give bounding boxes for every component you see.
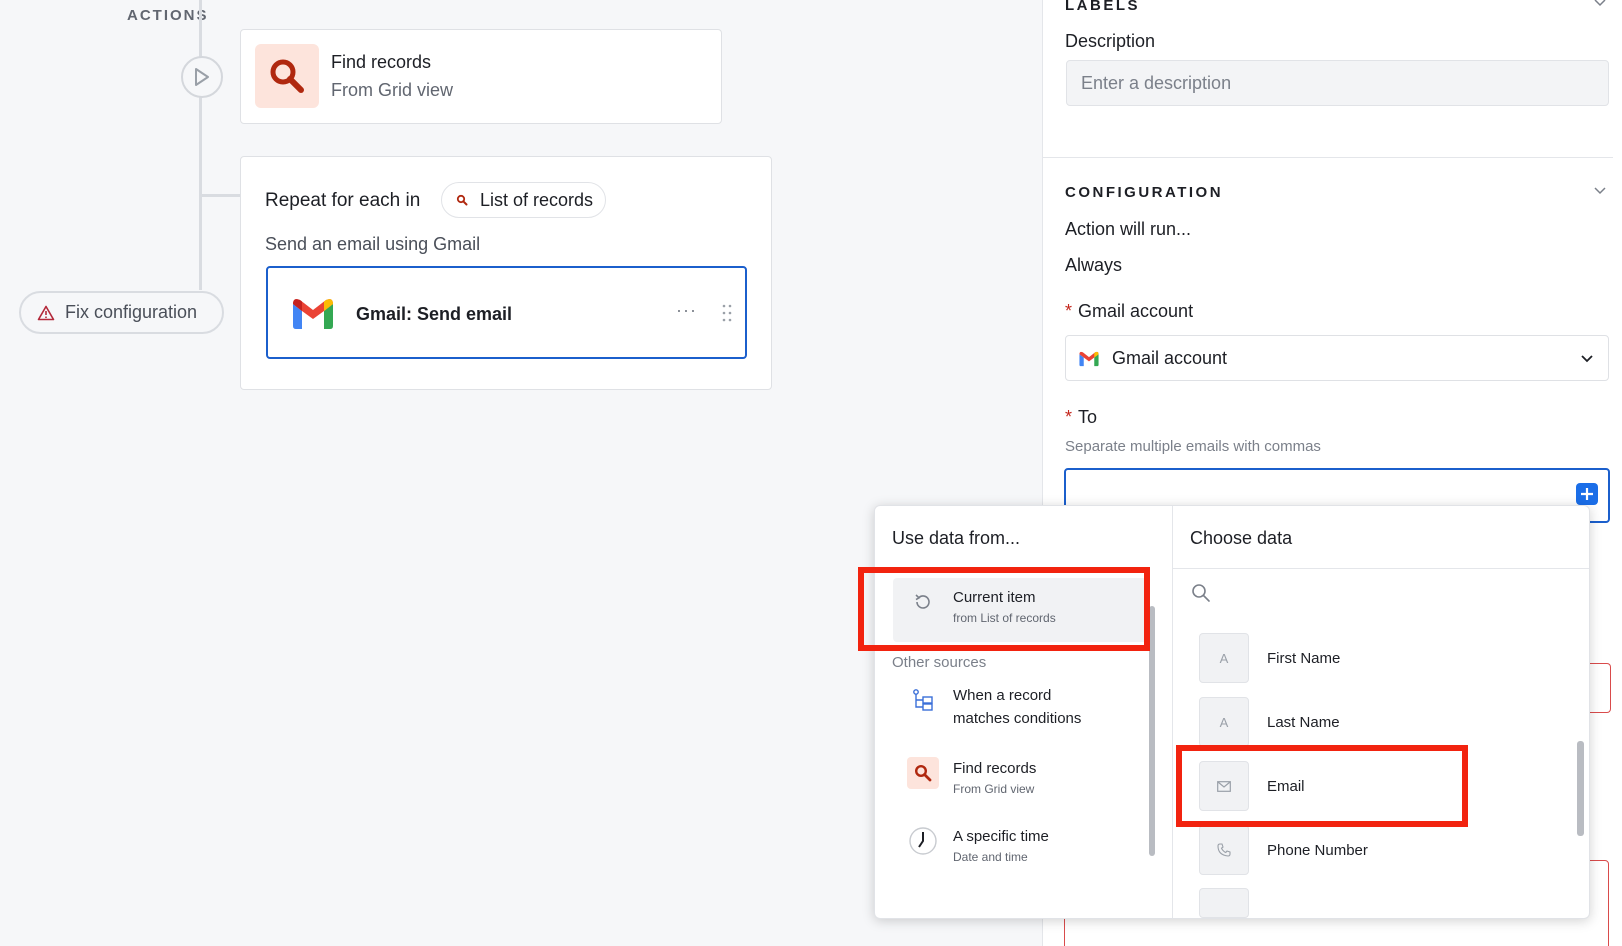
list-of-records-pill[interactable]: List of records — [441, 182, 607, 218]
specific-time-subtitle: Date and time — [953, 850, 1028, 864]
more-options-icon[interactable]: ··· — [676, 300, 697, 321]
field-first-name-label: First Name — [1267, 649, 1341, 667]
use-data-from-header: Use data from... — [892, 528, 1021, 548]
gmail-account-select[interactable]: Gmail account — [1065, 335, 1609, 381]
field-last-name-label: Last Name — [1267, 713, 1340, 731]
chevron-down-icon — [1581, 355, 1593, 363]
field-phone-number[interactable]: Phone Number — [1199, 825, 1368, 875]
record-conditions-title-line2: matches conditions — [953, 710, 1082, 727]
plus-icon — [1581, 488, 1593, 500]
specific-time-title: A specific time — [953, 828, 1049, 845]
other-sources-label: Other sources — [892, 654, 987, 671]
gmail-send-email-action[interactable]: Gmail: Send email ··· — [266, 266, 747, 359]
action-run-label: Action will run... — [1065, 219, 1192, 239]
to-label: * To — [1065, 407, 1097, 428]
configuration-section-header[interactable]: CONFIGURATION — [1065, 184, 1223, 201]
find-records-icon-box — [255, 44, 319, 108]
error-field-fragment[interactable] — [1589, 663, 1611, 713]
find-records-source-subtitle: From Grid view — [953, 782, 1035, 796]
source-specific-time[interactable]: A specific time Date and time — [893, 817, 1147, 872]
find-records-source-title: Find records — [953, 760, 1037, 777]
chevron-down-icon[interactable] — [1593, 0, 1607, 10]
run-test-button[interactable] — [181, 56, 223, 98]
field-item-partial[interactable] — [1199, 888, 1249, 918]
fix-configuration-button[interactable]: Fix configuration — [19, 291, 224, 334]
gmail-logo-icon — [1079, 351, 1099, 366]
search-icon — [270, 59, 304, 93]
gmail-account-value: Gmail account — [1112, 347, 1228, 368]
field-phone-number-label: Phone Number — [1267, 841, 1368, 859]
insert-data-button[interactable] — [1576, 483, 1598, 505]
actions-section-label: ACTIONS — [127, 7, 209, 24]
search-icon — [907, 757, 939, 789]
to-label-text: To — [1078, 407, 1098, 427]
trigger-tree-icon — [907, 684, 939, 716]
repeat-subtitle: Send an email using Gmail — [265, 234, 481, 254]
gmail-account-label: * Gmail account — [1065, 301, 1193, 322]
warning-icon — [37, 305, 55, 320]
highlight-email-field — [1176, 745, 1468, 827]
find-records-subtitle: From Grid view — [331, 80, 454, 100]
action-run-value[interactable]: Always — [1065, 255, 1122, 276]
required-marker: * — [1065, 301, 1073, 321]
fix-configuration-label: Fix configuration — [65, 302, 198, 322]
panel-divider — [1043, 157, 1613, 158]
clock-icon — [907, 825, 939, 857]
phone-icon — [1199, 825, 1249, 875]
field-last-name[interactable]: A Last Name — [1199, 697, 1340, 747]
find-records-card[interactable]: Find records From Grid view — [240, 29, 722, 124]
description-label: Description — [1065, 31, 1156, 51]
fields-scrollbar[interactable] — [1577, 741, 1584, 836]
source-record-conditions[interactable]: When a record matches conditions — [893, 676, 1147, 738]
choose-data-header: Choose data — [1190, 528, 1293, 548]
flow-connector-horizontal — [199, 194, 241, 197]
labels-section-header[interactable]: LABELS — [1065, 0, 1140, 14]
repeat-for-each-card[interactable]: Repeat for each in List of records Send … — [240, 156, 772, 390]
list-of-records-label: List of records — [480, 189, 594, 210]
chevron-down-icon[interactable] — [1593, 184, 1607, 198]
play-icon — [195, 68, 209, 86]
to-hint: Separate multiple emails with commas — [1065, 438, 1321, 455]
flow-connector-vertical — [199, 0, 202, 290]
text-field-icon: A — [1199, 633, 1249, 683]
record-conditions-title-line1: When a record — [953, 687, 1052, 704]
description-input[interactable]: Enter a description — [1066, 60, 1609, 106]
search-icon — [456, 194, 468, 206]
repeat-title: Repeat for each in — [265, 190, 421, 211]
highlight-current-item — [858, 567, 1150, 651]
drag-handle-icon[interactable] — [722, 304, 732, 322]
field-first-name[interactable]: A First Name — [1199, 633, 1340, 683]
find-records-title: Find records — [331, 52, 432, 72]
source-find-records[interactable]: Find records From Grid view — [893, 749, 1147, 804]
text-field-icon: A — [1199, 697, 1249, 747]
data-search-input[interactable] — [1173, 569, 1589, 619]
gmail-logo-icon — [293, 299, 333, 329]
search-icon — [1192, 584, 1210, 602]
required-marker: * — [1065, 407, 1073, 427]
gmail-action-label: Gmail: Send email — [356, 304, 513, 324]
gmail-account-label-text: Gmail account — [1078, 301, 1194, 321]
